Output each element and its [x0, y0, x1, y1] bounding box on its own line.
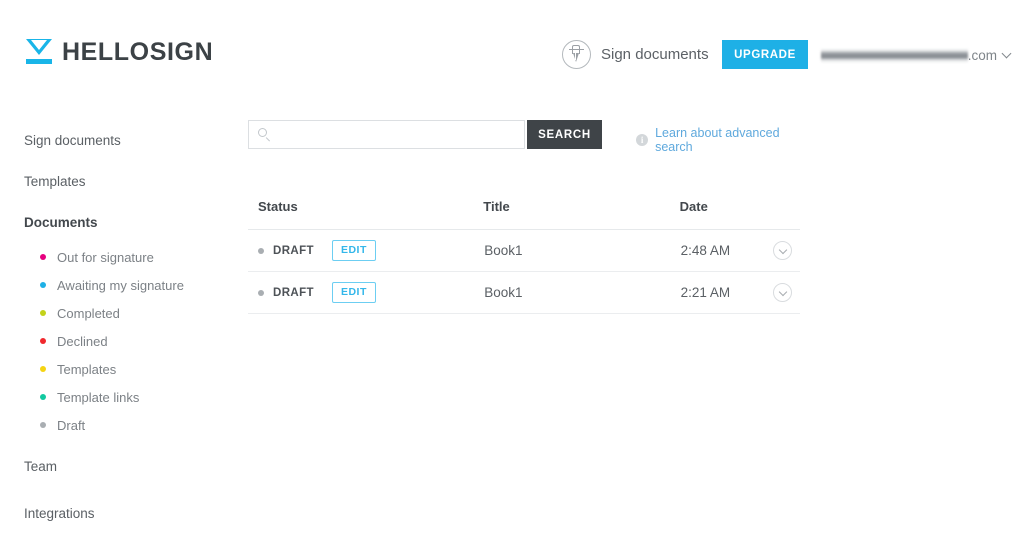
- search-button[interactable]: SEARCH: [527, 120, 603, 149]
- status-dot-icon: [258, 247, 264, 254]
- row-status-cell: DRAFT EDIT: [248, 271, 484, 314]
- sidebar-item-draft[interactable]: Draft: [0, 411, 236, 439]
- advanced-search-label: Learn about advanced search: [655, 126, 780, 154]
- sidebar-item-label: Team: [24, 458, 58, 474]
- row-date: 2:21 AM: [679, 271, 760, 314]
- row-date: 2:48 AM: [679, 229, 760, 272]
- column-header-actions: [759, 199, 800, 230]
- pen-nib-circle-icon: [562, 39, 591, 69]
- column-header-status[interactable]: Status: [248, 199, 484, 230]
- search-box: [248, 120, 525, 149]
- sidebar-item-label: Integrations: [24, 506, 95, 521]
- sidebar-subitems: Out for signature Awaiting my signature …: [0, 243, 236, 439]
- sidebar-item-completed[interactable]: Completed: [0, 299, 236, 327]
- documents-table: Status Title Date DRAFT EDIT Book1 2:48 …: [248, 199, 800, 314]
- status-dot-icon: [258, 289, 264, 296]
- sidebar-item-label: Templates: [24, 174, 86, 189]
- row-title: Book1: [483, 271, 680, 314]
- brand-name: HELLOSIGN: [62, 37, 214, 66]
- hellosign-triangle-logo-icon: [24, 38, 54, 66]
- sign-documents-label: Sign documents: [601, 45, 709, 63]
- chevron-down-circle-icon[interactable]: [773, 241, 792, 260]
- sidebar: Sign documents Templates Documents Out f…: [0, 120, 236, 534]
- sidebar-item-label: Template links: [57, 389, 140, 405]
- status-dot-icon: [40, 254, 46, 260]
- sidebar-item-label: Awaiting my signature: [57, 277, 184, 293]
- sidebar-item-templates[interactable]: Templates: [0, 161, 236, 202]
- advanced-search-link[interactable]: i Learn about advanced search: [636, 126, 800, 154]
- sidebar-item-sign-documents[interactable]: Sign documents: [0, 120, 236, 161]
- sign-documents-header-link[interactable]: Sign documents: [562, 39, 709, 69]
- sidebar-item-templates-sub[interactable]: Templates: [0, 355, 236, 383]
- row-actions-cell: [759, 271, 800, 314]
- upgrade-button[interactable]: UPGRADE: [722, 40, 808, 69]
- sidebar-item-awaiting-my-signature[interactable]: Awaiting my signature: [0, 271, 236, 299]
- status-dot-icon: [40, 310, 46, 316]
- account-email-suffix: .com: [967, 47, 997, 63]
- sidebar-section-label: Documents: [24, 215, 98, 230]
- row-status-cell: DRAFT EDIT: [248, 229, 484, 272]
- chevron-down-icon: [1001, 48, 1012, 58]
- edit-button[interactable]: EDIT: [331, 240, 376, 261]
- sidebar-item-label: Templates: [57, 361, 117, 377]
- sidebar-section-documents[interactable]: Documents: [0, 202, 236, 243]
- status-dot-icon: [40, 394, 46, 400]
- status-dot-icon: [40, 422, 46, 428]
- sidebar-item-declined[interactable]: Declined: [0, 327, 236, 355]
- main-content: SEARCH i Learn about advanced search Sta…: [248, 120, 800, 314]
- sidebar-item-label: Out for signature: [57, 249, 154, 265]
- sidebar-item-label: Sign documents: [24, 133, 121, 148]
- sidebar-item-label: Completed: [57, 305, 120, 321]
- table-row[interactable]: DRAFT EDIT Book1 2:48 AM: [248, 229, 800, 272]
- account-email: manuelasorg@oytmook.com: [821, 47, 997, 63]
- status-dot-icon: [40, 338, 46, 344]
- row-title: Book1: [483, 229, 680, 272]
- table-header-row: Status Title Date: [248, 199, 800, 230]
- chevron-down-circle-icon[interactable]: [773, 283, 792, 302]
- hellosign-logo[interactable]: HELLOSIGN: [24, 36, 213, 68]
- row-actions-cell: [759, 229, 800, 272]
- edit-button[interactable]: EDIT: [331, 282, 376, 303]
- sidebar-item-out-for-signature[interactable]: Out for signature: [0, 243, 236, 271]
- table-row[interactable]: DRAFT EDIT Book1 2:21 AM: [248, 271, 800, 314]
- status-badge: DRAFT: [273, 286, 314, 299]
- search-row: SEARCH i Learn about advanced search: [248, 120, 800, 154]
- info-circle-icon: i: [636, 134, 649, 146]
- sidebar-item-integrations[interactable]: Integrations: [0, 493, 236, 534]
- status-badge: DRAFT: [273, 244, 314, 257]
- sidebar-item-team[interactable]: Team: [0, 439, 236, 493]
- sidebar-item-label: Declined: [57, 333, 108, 349]
- account-menu[interactable]: manuelasorg@oytmook.com: [821, 46, 1012, 64]
- sidebar-item-template-links[interactable]: Template links: [0, 383, 236, 411]
- column-header-date[interactable]: Date: [679, 199, 760, 230]
- status-dot-icon: [40, 366, 46, 372]
- app-header: HELLOSIGN Sign documents UPGRADE manuela…: [0, 0, 1024, 88]
- search-input[interactable]: [248, 120, 525, 149]
- column-header-title[interactable]: Title: [483, 199, 680, 230]
- account-email-redacted: manuelasorg@oytmook: [821, 47, 968, 63]
- sidebar-item-label: Draft: [57, 417, 86, 433]
- status-dot-icon: [40, 282, 46, 288]
